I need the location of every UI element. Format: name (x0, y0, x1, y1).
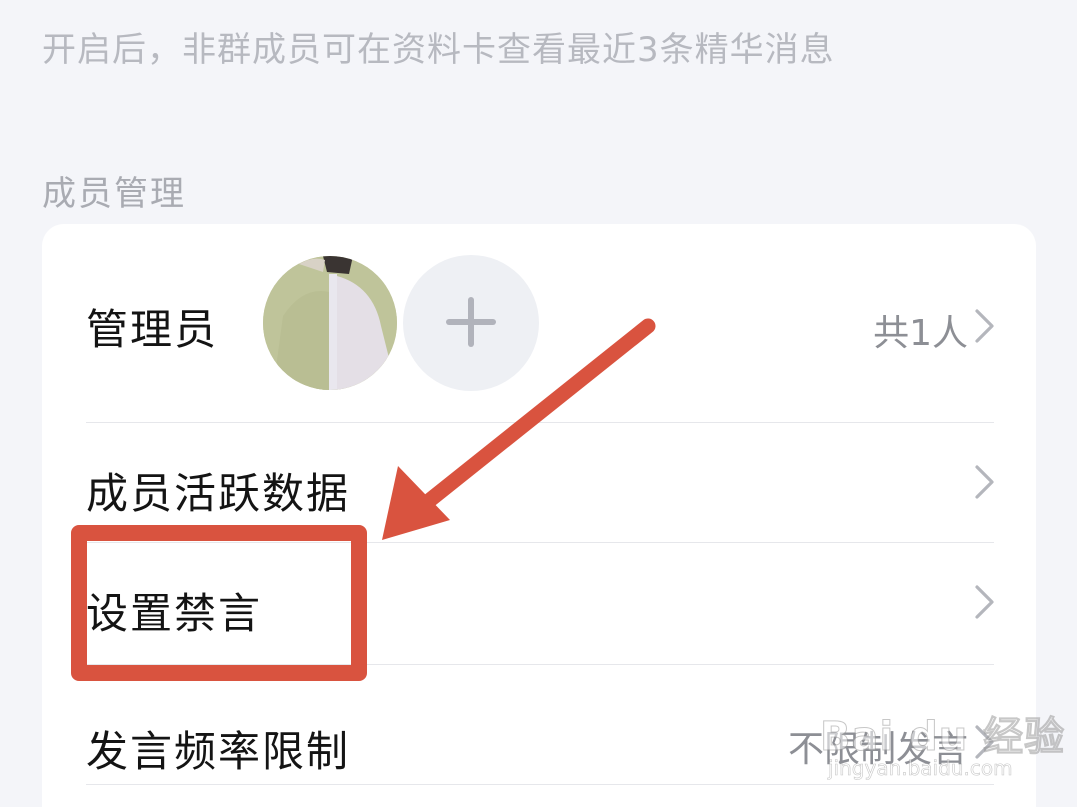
chevron-right-icon (975, 585, 994, 619)
watermark-brand: Bai du 经验 (819, 714, 1066, 761)
speak-frequency-label: 发言频率限制 (86, 727, 351, 776)
member-activity-label: 成员活跃数据 (86, 469, 351, 518)
admin-label: 管理员 (86, 305, 219, 354)
plus-icon-vertical (468, 297, 474, 347)
essence-hint-text: 开启后，非群成员可在资料卡查看最近3条精华消息 (42, 30, 835, 70)
member-activity-row[interactable]: 成员活跃数据 (42, 422, 1036, 542)
chevron-right-icon (975, 309, 994, 343)
admin-avatar[interactable] (263, 256, 397, 390)
annotation-highlight-box (71, 525, 367, 681)
admin-count: 共1人 (873, 313, 968, 354)
avatar-photo (263, 256, 397, 390)
chevron-right-icon (975, 465, 994, 499)
add-admin-button[interactable] (403, 255, 539, 391)
admin-row[interactable]: 管理员 共1人 (42, 224, 1036, 422)
watermark-url: jingyan.baidu.com (828, 756, 1013, 781)
baidu-jingyan-watermark: Bai du 经验 jingyan.baidu.com (819, 690, 1064, 790)
section-title-member-management: 成员管理 (42, 174, 186, 214)
group-settings-page: 开启后，非群成员可在资料卡查看最近3条精华消息 成员管理 管理员 共1人 成员活… (0, 0, 1077, 807)
